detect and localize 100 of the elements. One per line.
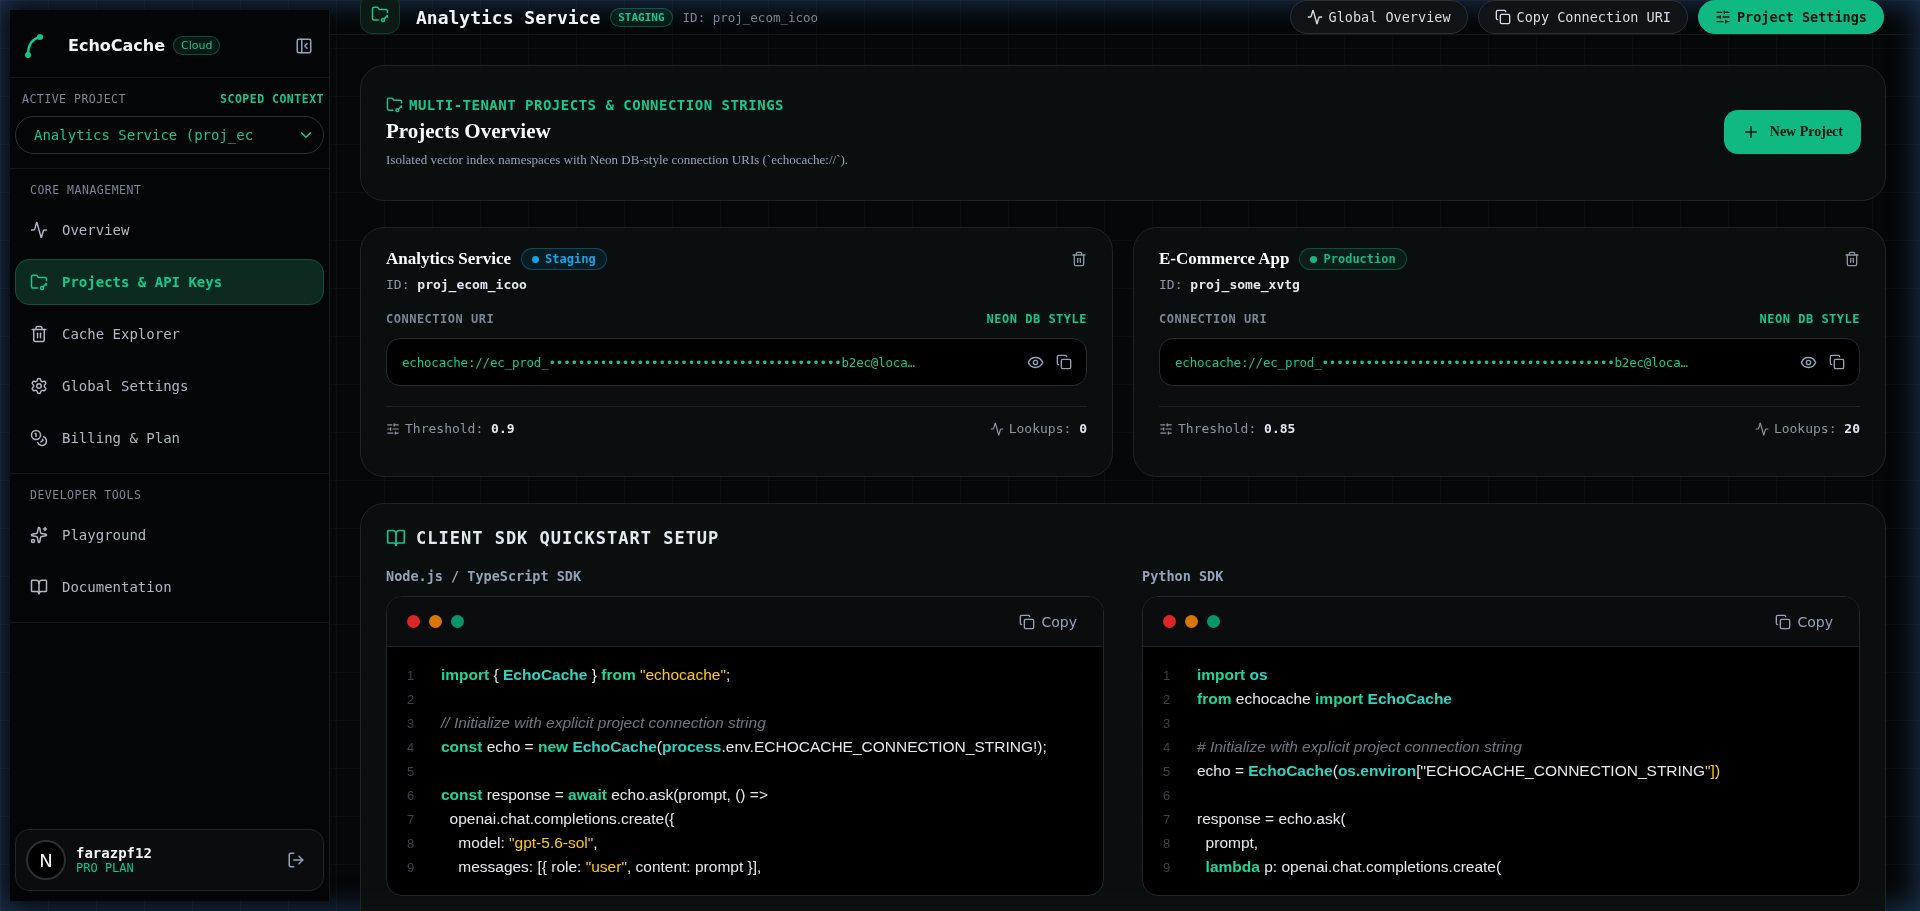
code-line: // Initialize with explicit project connection string [441,714,766,732]
copy-icon [1494,9,1511,25]
code-line: import os [1197,666,1268,684]
line-number: 4 [1163,739,1172,755]
code-line: prompt, [1204,834,1259,852]
header-button[interactable]: Global Overview [1289,0,1468,34]
section-title: CORE MANAGEMENT [29,183,143,199]
user-plan: PRO PLAN [76,861,135,875]
pulse-icon [989,421,1004,436]
nav-item[interactable]: Global Settings [15,363,324,409]
line-number: 7 [1163,811,1172,827]
folder-icon [30,273,48,291]
uri-label: CONNECTION URI [386,312,495,326]
line-number: 1 [1163,667,1172,683]
book-icon [30,578,48,596]
project-name: Analytics Service [386,249,512,269]
header-button[interactable]: Copy Connection URI [1477,0,1688,34]
project-id: ID: proj_ecom_icoo [682,9,819,25]
uri-style-label: NEON DB STYLE [1759,312,1860,326]
settings-icon [30,377,48,395]
delete-icon[interactable] [1071,251,1087,267]
connection-uri-field[interactable]: echocache://ec_prod_••••••••••••••••••••••••••••••••••••••••b2ec@loca… [1159,338,1860,386]
trash-icon [30,325,48,343]
nav-item[interactable]: Playground [15,512,324,558]
status-badge: Production [1299,248,1407,270]
status-badge: Staging [521,248,607,270]
pulse-icon [1306,9,1323,25]
section-eyebrow: MULTI-TENANT PROJECTS & CONNECTION STRINGS [409,96,784,113]
book-icon [386,528,406,548]
delete-icon[interactable] [1844,251,1860,267]
line-number: 3 [1163,715,1172,731]
code-line: response = echo.ask( [1197,810,1346,828]
pulse-icon [30,221,48,239]
uri-style-label: NEON DB STYLE [986,312,1087,326]
window-dot [1185,615,1198,628]
nav-item[interactable]: Documentation [15,564,324,610]
sparkles-icon [30,526,48,544]
code-line: lambda p: openai.chat.completions.create( [1204,858,1502,876]
line-number: 9 [1163,859,1172,875]
logout-icon[interactable] [287,851,305,869]
new-project-button[interactable]: New Project [1723,110,1861,154]
code-line: const response = await echo.ask(prompt, () => [441,786,768,804]
environment-badge: STAGING [610,7,673,27]
line-number: 6 [407,787,416,803]
nav-item[interactable]: Cache Explorer [15,311,324,357]
scoped-context-label: SCOPED CONTEXT [220,92,324,106]
overview-title: Projects Overview [386,119,552,144]
code-line: const echo = new EchoCache(process.env.ECHOCACHE_CONNECTION_STRING!); [441,738,1047,756]
copy-icon [1019,613,1036,630]
nav-item[interactable]: Overview [15,207,324,253]
line-number: 3 [407,715,416,731]
nav-item[interactable]: Billing & Plan [15,415,324,461]
line-number: 6 [1163,787,1172,803]
copy-icon[interactable] [1056,354,1072,370]
line-number: 2 [1163,691,1172,707]
line-number: 5 [407,763,416,779]
window-dot [429,615,442,628]
header-button[interactable]: Project Settings [1697,0,1884,34]
nav-item[interactable]: Projects & API Keys [15,259,324,305]
sliders-icon [1159,421,1173,436]
threshold-stat: Threshold: 0.85 [1178,421,1296,436]
code-line: messages: [{ role: "user", content: prompt }], [457,858,762,876]
lookups-stat: Lookups: 20 [1773,421,1860,436]
sliders-icon [1714,9,1731,25]
window-dot [407,615,420,628]
code-line: from echocache import EchoCache [1197,690,1452,708]
code-line: import { EchoCache } from "echocache"; [441,666,731,684]
sdk-label: Python SDK [1142,568,1225,584]
project-id: ID: proj_ecom_icoo [386,277,528,292]
section-title: DEVELOPER TOOLS [29,488,143,504]
line-number: 9 [407,859,416,875]
line-number: 5 [1163,763,1172,779]
line-number: 8 [407,835,416,851]
uri-label: CONNECTION URI [1159,312,1268,326]
page-title: Analytics Service [416,6,601,28]
coins-icon [30,429,48,447]
window-dot [1207,615,1220,628]
user-name: farazpf12 [76,845,152,861]
active-project-label: ACTIVE PROJECT [22,92,126,106]
sliders-icon [386,421,400,436]
folder-icon [386,96,403,113]
avatar: N [26,840,66,880]
code-line: openai.chat.completions.create({ [448,810,675,828]
sdk-label: Node.js / TypeScript SDK [386,568,583,584]
copy-icon[interactable] [1829,354,1845,370]
pulse-icon [1754,421,1769,436]
code-line: # Initialize with explicit project connection string [1197,738,1522,756]
logo-icon [24,32,44,59]
window-dot [1163,615,1176,628]
code-line: model: "gpt-5.6-sol", [457,834,598,852]
copy-button[interactable]: Copy [1769,612,1839,631]
collapse-sidebar-icon[interactable] [295,36,313,55]
project-name: E-Commerce App [1159,249,1290,269]
line-number: 8 [1163,835,1172,851]
copy-button[interactable]: Copy [1013,612,1083,631]
window-dot [451,615,464,628]
line-number: 2 [407,691,416,707]
code-line: echo = EchoCache(os.environ["ECHOCACHE_CONNECTION_STRING"]) [1197,762,1721,780]
connection-uri-field[interactable]: echocache://ec_prod_••••••••••••••••••••••••••••••••••••••••b2ec@loca… [386,338,1087,386]
line-number: 7 [407,811,416,827]
